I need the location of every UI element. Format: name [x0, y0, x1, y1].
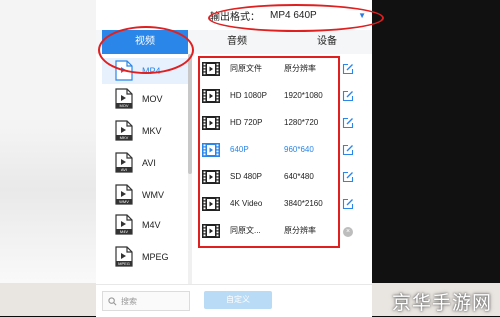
- scrollbar-thumb[interactable]: [188, 54, 192, 174]
- file-type-tag: AVI: [120, 167, 128, 172]
- format-name: WMV: [142, 190, 164, 200]
- preset-row[interactable]: HD 720P 1280*720: [196, 110, 372, 136]
- search-placeholder: 搜索: [121, 296, 137, 306]
- format-item-mkv[interactable]: MKV MKV: [102, 118, 188, 144]
- search-icon: [108, 296, 117, 305]
- film-icon: [202, 197, 220, 211]
- preset-resolution: 1920*1080: [284, 91, 323, 100]
- format-item-wmv[interactable]: WMV WMV: [102, 182, 188, 208]
- format-item-mov[interactable]: MOV MOV: [102, 86, 188, 112]
- preset-row[interactable]: 640P 960*640: [196, 137, 372, 163]
- triangle-down-icon[interactable]: ▼: [358, 11, 366, 20]
- format-dialog: 输出格式： MP4 640P ▼ 视频 音频 设备 MP4 MOV MOV MKV MK…: [96, 0, 372, 317]
- tab-video[interactable]: 视频: [102, 30, 188, 54]
- preset-list: 同原文件 原分辨率 HD 1080P 1920*1080 HD 720P 1280*720…: [196, 54, 372, 284]
- preset-row[interactable]: 4K Video 3840*2160: [196, 191, 372, 217]
- preset-name: HD 720P: [230, 118, 263, 127]
- film-icon: [202, 224, 220, 238]
- delete-icon[interactable]: ×: [343, 227, 353, 237]
- film-icon: [202, 62, 220, 76]
- preset-resolution: 3840*2160: [284, 199, 323, 208]
- film-icon: [202, 170, 220, 184]
- format-name: MOV: [142, 94, 163, 104]
- preset-name: SD 480P: [230, 172, 263, 181]
- file-type-tag: MOV: [119, 103, 129, 108]
- background-right-window: [372, 0, 500, 316]
- output-format-select[interactable]: 输出格式： MP4 640P ▼: [210, 6, 368, 24]
- preset-name: 640P: [230, 145, 249, 154]
- film-icon: [202, 116, 220, 130]
- category-tabs: 视频 音频 设备: [96, 30, 372, 54]
- preset-resolution: 原分辨率: [284, 64, 316, 73]
- file-type-tag: M4V: [119, 229, 129, 234]
- edit-icon[interactable]: [342, 117, 354, 129]
- preset-name: 同原文...: [230, 226, 261, 235]
- format-item-m4v[interactable]: M4V M4V: [102, 212, 188, 238]
- watermark: 京华手游网: [391, 292, 492, 314]
- preset-row[interactable]: 同原文件 原分辨率: [196, 56, 372, 82]
- preset-name: 4K Video: [230, 199, 263, 208]
- format-name: M4V: [142, 220, 161, 230]
- edit-icon[interactable]: [342, 144, 354, 156]
- preset-row[interactable]: HD 1080P 1920*1080: [196, 83, 372, 109]
- edit-icon[interactable]: [342, 63, 354, 75]
- preset-row[interactable]: SD 480P 640*480: [196, 164, 372, 190]
- edit-icon[interactable]: [342, 90, 354, 102]
- preset-resolution: 1280*720: [284, 118, 319, 127]
- format-item-mp4[interactable]: MP4: [102, 58, 188, 84]
- edit-icon[interactable]: [342, 198, 354, 210]
- search-input[interactable]: 搜索: [102, 291, 190, 311]
- format-name: MPEG: [142, 252, 169, 262]
- film-icon: [202, 89, 220, 103]
- preset-name: 同原文件: [230, 64, 262, 73]
- preset-resolution: 960*640: [284, 145, 314, 154]
- format-item-mpeg[interactable]: MPEG MPEG: [102, 244, 188, 270]
- preset-row[interactable]: 同原文... 原分辨率 ×: [196, 218, 372, 244]
- preset-resolution: 原分辨率: [284, 226, 316, 235]
- tab-device[interactable]: 设备: [282, 30, 372, 54]
- format-item-avi[interactable]: AVI AVI: [102, 150, 188, 176]
- file-type-tag: MKV: [119, 135, 129, 140]
- output-format-label: 输出格式：: [210, 11, 260, 23]
- background-left-window: [0, 0, 96, 316]
- edit-icon[interactable]: [342, 171, 354, 183]
- preset-name: HD 1080P: [230, 91, 267, 100]
- output-format-value: MP4 640P: [270, 9, 317, 21]
- format-name: AVI: [142, 158, 156, 168]
- file-type-tag: WMV: [119, 199, 129, 204]
- dialog-footer: 搜索 自定义: [96, 284, 372, 317]
- dialog-topbar: 输出格式： MP4 640P ▼: [96, 0, 372, 30]
- custom-button[interactable]: 自定义: [204, 291, 272, 309]
- file-icon: [115, 60, 133, 81]
- preset-resolution: 640*480: [284, 172, 314, 181]
- film-icon: [202, 143, 220, 157]
- format-list: MP4 MOV MOV MKV MKV AVI AVI WMV WMV M4V M4V MPEG MPE…: [102, 54, 188, 284]
- file-type-tag: MPEG: [118, 261, 130, 266]
- tab-audio[interactable]: 音频: [192, 30, 282, 54]
- format-name: MKV: [142, 126, 162, 136]
- format-name: MP4: [142, 66, 161, 76]
- format-list-scrollbar[interactable]: [188, 54, 192, 284]
